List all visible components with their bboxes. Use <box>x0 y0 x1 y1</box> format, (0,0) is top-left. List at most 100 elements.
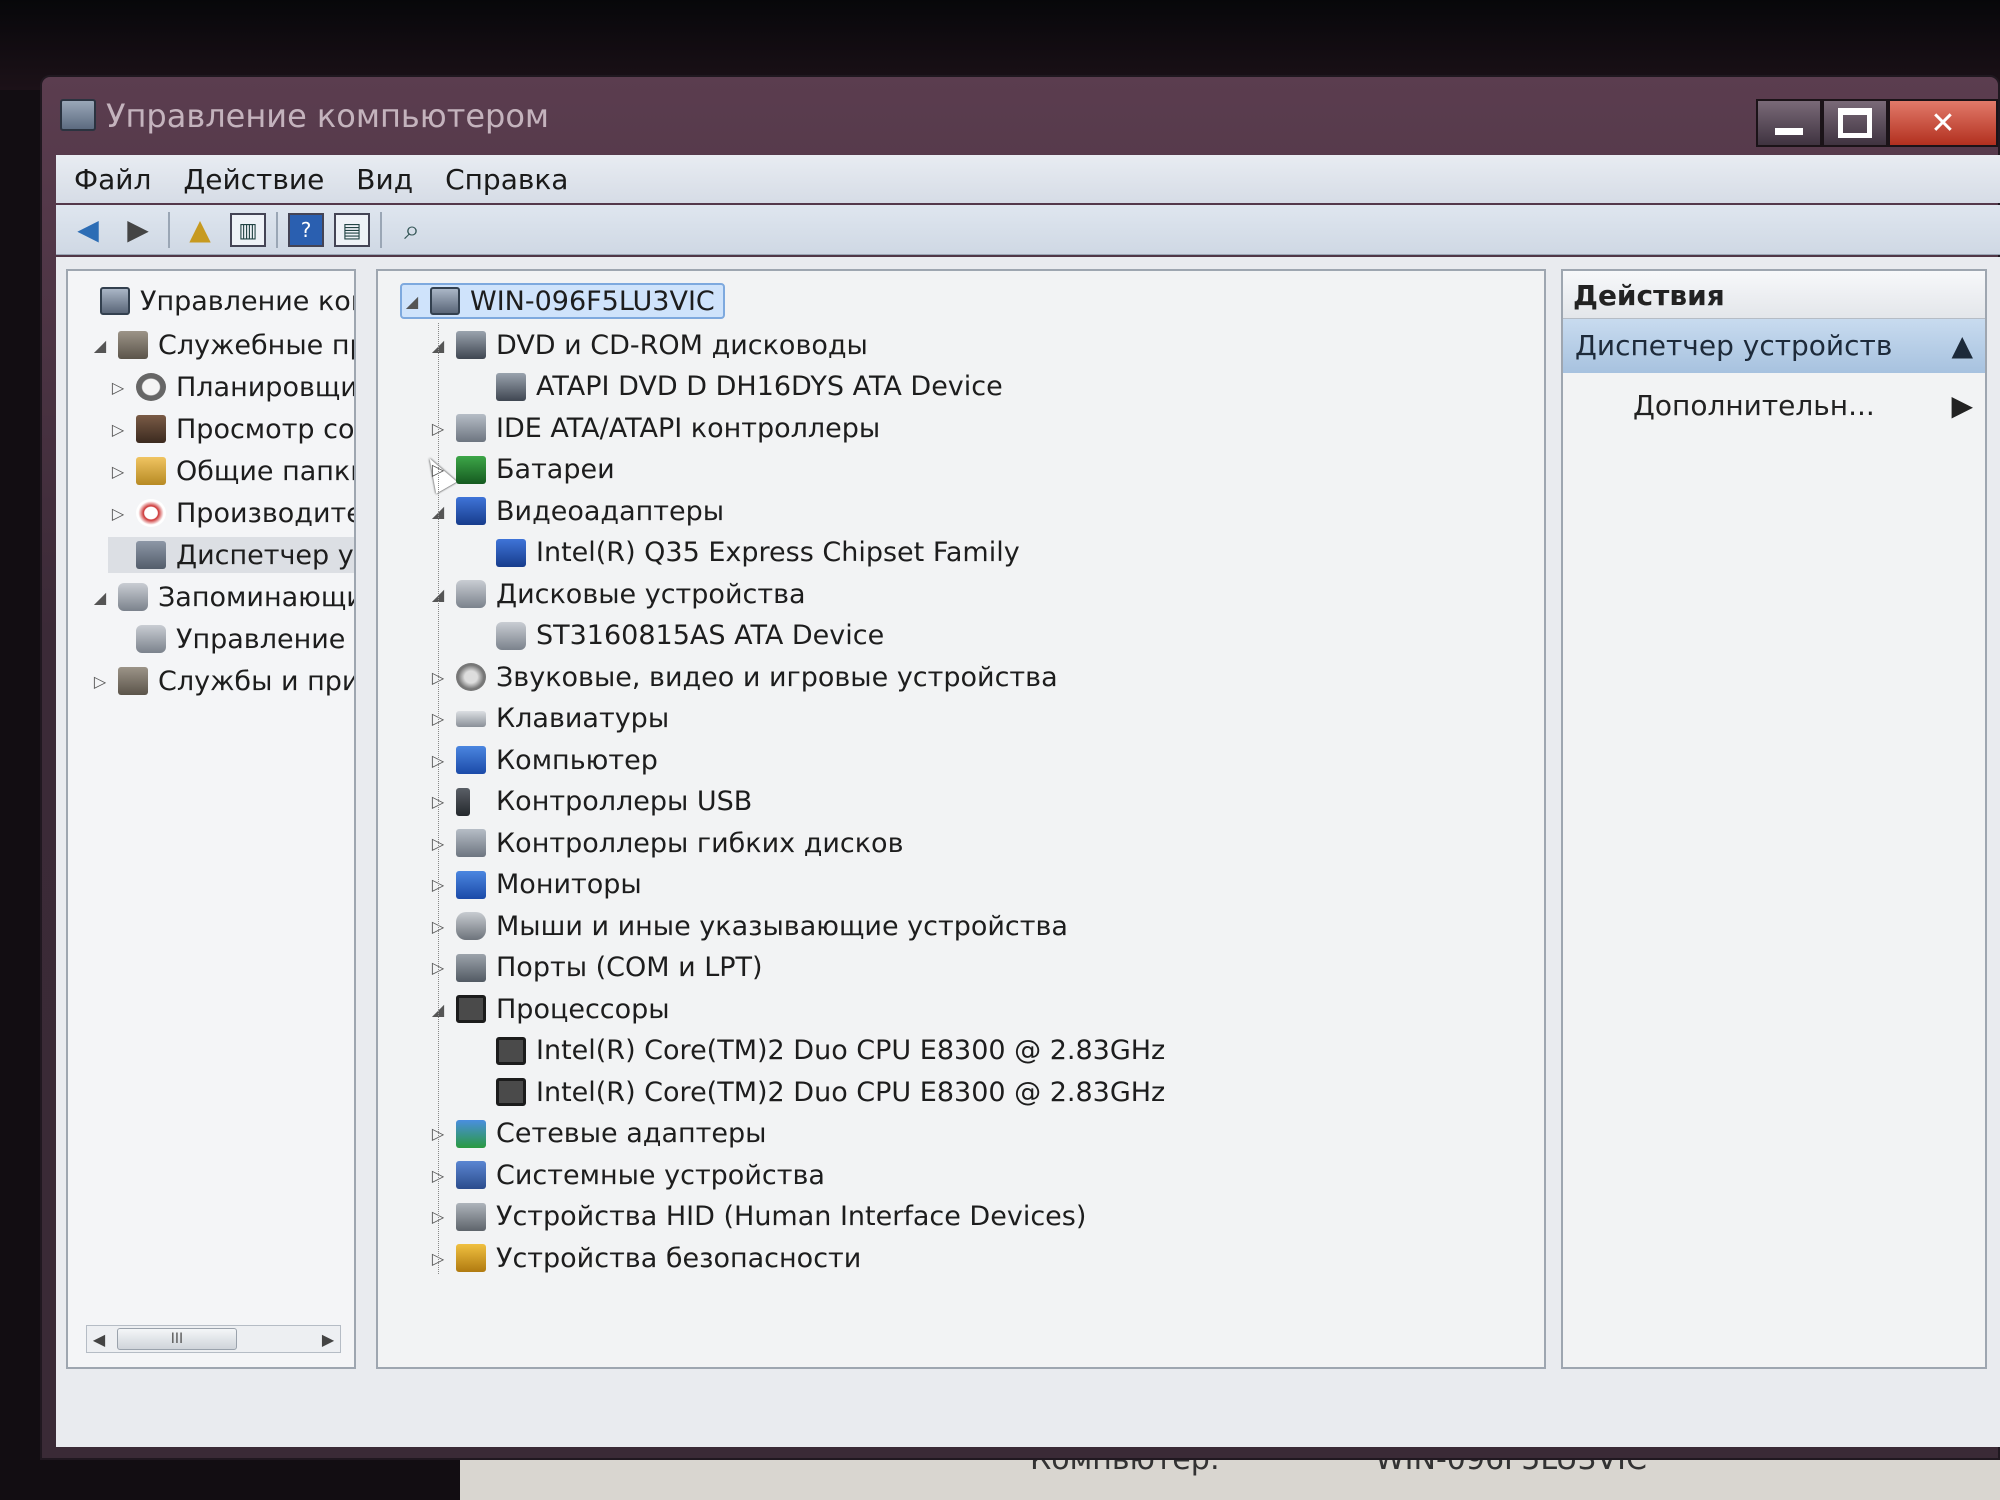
processor-icon <box>496 1036 526 1065</box>
expand-arrow-icon[interactable]: ▷ <box>108 420 128 439</box>
device-category-row[interactable]: ▷ Системные устройства <box>428 1157 825 1193</box>
display-adapter-icon <box>456 497 486 525</box>
menu-action[interactable]: Действие <box>183 163 324 196</box>
device-category-row[interactable]: ◢ DVD и CD-ROM дисководы <box>428 327 868 363</box>
help-icon[interactable]: ? <box>288 212 324 247</box>
device-category-row[interactable]: ▷ Мыши и иные указывающие устройства <box>428 908 1068 944</box>
device-category-row[interactable]: ▷ Звуковые, видео и игровые устройства <box>428 659 1058 695</box>
device-row[interactable]: Intel(R) Q35 Express Chipset Family <box>468 535 1020 571</box>
device-row[interactable]: Intel(R) Core(TM)2 Duo CPU E8300 @ 2.83G… <box>468 1033 1165 1069</box>
device-tree-pane: ◢ WIN-096F5LU3VIC ◢ DVD и CD-ROM дисковод… <box>376 269 1546 1369</box>
close-button[interactable]: ✕ <box>1888 99 1998 147</box>
expand-arrow-icon[interactable]: ▷ <box>90 672 110 691</box>
actions-more-item[interactable]: Дополнительн... ▶ <box>1633 383 1973 427</box>
forward-arrow-icon[interactable]: ▶ <box>118 211 158 249</box>
collapse-arrow-icon[interactable]: ◢ <box>90 336 110 355</box>
console-tree-item[interactable]: ▷ Просмотр событи <box>108 411 355 447</box>
battery-icon <box>456 455 486 484</box>
device-category-row[interactable]: ▷ Клавиатуры <box>428 701 669 737</box>
tree-item-label: Производительнс <box>176 497 354 529</box>
left-pane-horizontal-scrollbar[interactable]: ◀ III ▶ <box>86 1325 341 1353</box>
show-hide-tree-icon[interactable]: ▥ <box>230 212 266 247</box>
tree-item-label: Управление диска <box>176 623 354 655</box>
device-category-row[interactable]: ▷ IDE ATA/ATAPI контроллеры <box>428 410 880 446</box>
display-adapter-icon <box>496 538 526 567</box>
computer-management-icon <box>60 99 96 131</box>
show-action-pane-icon[interactable]: ▤ <box>334 212 370 247</box>
collapse-arrow-icon[interactable]: ◢ <box>90 588 110 607</box>
menu-view[interactable]: Вид <box>356 163 413 196</box>
actions-more-label: Дополнительн... <box>1633 388 1875 422</box>
tree-item-label: DVD и CD-ROM дисководы <box>496 329 868 361</box>
menu-help[interactable]: Справка <box>445 163 568 196</box>
up-folder-icon[interactable]: ▲ <box>180 211 220 249</box>
device-category-row[interactable]: ▷ Компьютер <box>428 742 658 778</box>
services-icon <box>118 667 148 695</box>
maximize-button[interactable] <box>1822 99 1888 147</box>
console-tree-item[interactable]: ▷ Общие папки <box>108 453 354 489</box>
tree-connector-line <box>438 323 439 1274</box>
collapse-arrow-icon[interactable]: ◢ <box>402 292 422 311</box>
tree-item-label: Управление компьютер <box>140 285 354 317</box>
dvd-drive-icon <box>496 372 526 401</box>
minimize-button[interactable] <box>1756 99 1822 147</box>
console-tree-item[interactable]: Диспетчер устрой <box>108 537 354 573</box>
actions-section-device-manager[interactable]: Диспетчер устройств ▲ <box>1563 319 1985 373</box>
device-category-row[interactable]: ▷ Мониторы <box>428 867 642 903</box>
console-tree-item[interactable]: ▷ Производительнс <box>108 495 354 531</box>
ide-controller-icon <box>456 414 486 442</box>
expand-arrow-icon[interactable]: ▷ <box>108 504 128 523</box>
back-arrow-icon[interactable]: ◀ <box>68 211 108 249</box>
device-category-row[interactable]: ◢ Видеоадаптеры <box>428 493 724 529</box>
scan-hardware-icon[interactable]: ⌕ <box>392 211 432 249</box>
scroll-right-arrow-icon[interactable]: ▶ <box>316 1330 340 1349</box>
tree-item-label: Устройства безопасности <box>496 1242 862 1274</box>
console-tree-item[interactable]: ▷ Планировщик зад <box>108 369 354 405</box>
tree-item-label: Устройства HID (Human Interface Devices) <box>496 1201 1087 1232</box>
storage-icon <box>118 583 148 611</box>
computer-management-window: Управление компьютером ✕ Файл Действие В… <box>40 75 2000 1460</box>
content-area: ◀ III ▶ Управление компьютер ◢ Служебные п… <box>56 257 2000 1447</box>
window-controls: ✕ <box>1756 99 1998 147</box>
tree-item-label: Служебные програм <box>158 329 354 361</box>
tree-item-label: Просмотр событи <box>176 413 355 445</box>
console-tree-item[interactable]: ▷ Службы и приложен <box>90 663 354 699</box>
console-tree-item[interactable]: Управление диска <box>108 621 354 657</box>
device-row[interactable]: ATAPI DVD D DH16DYS ATA Device <box>468 369 1003 405</box>
console-tree-item[interactable]: Управление компьютер <box>72 283 354 319</box>
device-row[interactable]: ST3160815AS ATA Device <box>468 618 884 654</box>
tree-item-label: Компьютер <box>496 744 658 776</box>
device-category-row[interactable]: ▷ Порты (COM и LPT) <box>428 950 763 986</box>
scheduler-icon <box>136 373 166 401</box>
device-category-row[interactable]: ◢ Процессоры <box>428 991 670 1027</box>
tree-item-label: Службы и приложен <box>158 665 354 697</box>
device-tree-root[interactable]: ◢ WIN-096F5LU3VIC <box>400 283 725 319</box>
console-tree-item[interactable]: ◢ Служебные програм <box>90 327 354 363</box>
device-category-row[interactable]: ▷ Сетевые адаптеры <box>428 1116 767 1152</box>
console-tree-item[interactable]: ◢ Запоминающие устр <box>90 579 354 615</box>
keyboard-icon <box>456 710 486 727</box>
device-category-row[interactable]: ▷ Батареи <box>428 452 615 488</box>
title-bar[interactable]: Управление компьютером ✕ <box>42 77 1998 152</box>
device-category-row[interactable]: ▷ Контроллеры USB <box>428 784 752 820</box>
monitor-icon <box>456 870 486 899</box>
tree-item-label: Порты (COM и LPT) <box>496 952 763 983</box>
expand-arrow-icon[interactable]: ▷ <box>108 378 128 397</box>
scroll-thumb[interactable]: III <box>117 1328 237 1350</box>
device-category-row[interactable]: ▷ Устройства безопасности <box>428 1240 861 1276</box>
dvd-drive-icon <box>456 331 486 359</box>
actions-header: Действия <box>1563 271 1985 319</box>
menu-file[interactable]: Файл <box>74 163 151 196</box>
tree-item-label: Контроллеры гибких дисков <box>496 827 904 859</box>
toolbar-separator <box>380 211 382 248</box>
processor-icon <box>456 995 486 1023</box>
expand-arrow-icon[interactable]: ▷ <box>108 462 128 481</box>
device-category-row[interactable]: ▷ Устройства HID (Human Interface Devices… <box>428 1199 1087 1235</box>
tree-item-label: Intel(R) Q35 Express Chipset Family <box>536 537 1020 568</box>
sound-icon <box>456 663 486 691</box>
device-category-row[interactable]: ◢ Дисковые устройства <box>428 576 806 612</box>
device-row[interactable]: Intel(R) Core(TM)2 Duo CPU E8300 @ 2.83G… <box>468 1074 1165 1110</box>
device-category-row[interactable]: ▷ Контроллеры гибких дисков <box>428 825 904 861</box>
collapse-up-arrow-icon[interactable]: ▲ <box>1951 329 1973 363</box>
scroll-left-arrow-icon[interactable]: ◀ <box>87 1330 111 1349</box>
